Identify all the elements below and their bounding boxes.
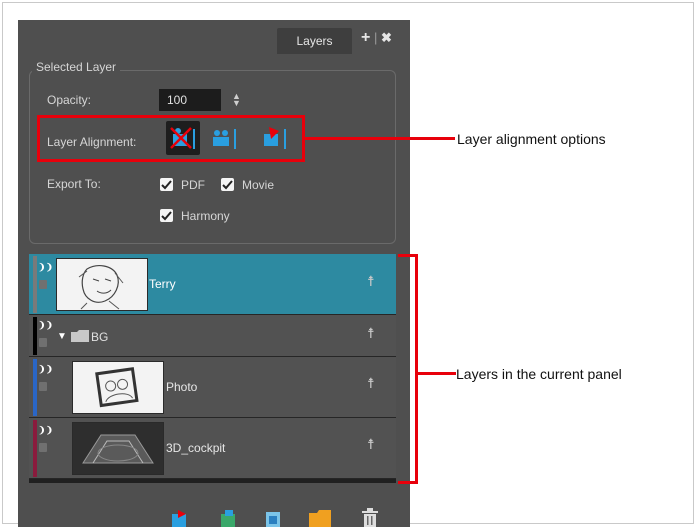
check-icon	[222, 180, 233, 190]
layers-callout-line	[418, 372, 456, 375]
export-movie-label: Movie	[242, 178, 275, 192]
layers-callout-text: Layers in the current panel	[456, 366, 622, 382]
opacity-field[interactable]: 100	[159, 89, 221, 111]
layer-color-stripe	[33, 359, 37, 416]
alignment-highlight-box	[37, 115, 305, 162]
lock-icon[interactable]	[39, 443, 47, 452]
export-harmony-checkbox[interactable]	[160, 209, 173, 222]
folder-icon	[71, 329, 89, 347]
add-vector-layer-icon	[221, 510, 235, 527]
eye-icon[interactable]: ❩❩	[38, 262, 53, 273]
layer-color-stripe	[33, 420, 37, 477]
selected-layer-heading: Selected Layer	[32, 60, 121, 74]
framed-photo-image	[95, 367, 139, 408]
lock-icon[interactable]	[39, 338, 47, 347]
add-drawing-layer-button[interactable]	[170, 510, 190, 532]
lock-icon[interactable]	[39, 382, 47, 391]
layer-color-stripe	[33, 317, 37, 355]
lock-icon[interactable]	[39, 280, 47, 289]
add-vector-layer-button[interactable]	[219, 510, 239, 532]
export-harmony-label: Harmony	[181, 209, 230, 223]
tab-layers[interactable]: Layers	[277, 28, 352, 54]
tab-separator: |	[374, 30, 378, 45]
add-bitmap-layer-button[interactable]	[264, 510, 284, 532]
eye-icon[interactable]: ❩❩	[38, 425, 53, 436]
opacity-stepper[interactable]: ▲ ▼	[232, 92, 241, 108]
folder-icon	[309, 510, 331, 527]
add-bitmap-layer-icon	[266, 512, 280, 527]
check-icon	[161, 211, 172, 221]
person-icon[interactable]: ☨	[367, 325, 375, 342]
layer-thumbnail	[56, 258, 148, 311]
layer-name-bg: BG	[91, 330, 109, 344]
add-drawing-layer-icon	[172, 510, 186, 527]
export-to-label: Export To:	[47, 177, 101, 191]
layers-highlight-bracket	[398, 254, 418, 484]
eye-icon[interactable]: ❩❩	[38, 364, 53, 375]
layer-name-3d-cockpit: 3D_cockpit	[166, 441, 226, 455]
cockpit-image	[73, 423, 163, 474]
export-movie-checkbox[interactable]	[221, 178, 234, 191]
person-icon[interactable]: ☨	[367, 436, 375, 453]
trash-icon	[362, 508, 378, 527]
layer-thumbnail	[72, 361, 164, 414]
layer-name-terry: Terry	[149, 277, 176, 291]
export-pdf-label: PDF	[181, 178, 205, 192]
person-icon[interactable]: ☨	[367, 273, 375, 290]
add-panel-icon[interactable]: +	[361, 29, 370, 47]
opacity-label: Opacity:	[47, 93, 92, 107]
alignment-callout-text: Layer alignment options	[457, 131, 606, 147]
alignment-callout-line	[305, 137, 455, 140]
expand-arrow-icon[interactable]: ▼	[57, 331, 67, 342]
layer-name-photo: Photo	[166, 380, 198, 394]
export-pdf-checkbox[interactable]	[160, 178, 173, 191]
person-icon[interactable]: ☨	[367, 375, 375, 392]
delete-layer-button[interactable]	[360, 508, 380, 532]
eye-icon[interactable]: ❩❩	[38, 320, 53, 331]
layer-thumbnail	[72, 422, 164, 475]
sketch-character-image	[78, 265, 124, 310]
check-icon	[161, 180, 172, 190]
layer-color-stripe	[33, 256, 37, 313]
close-panel-icon[interactable]: ✖	[381, 30, 392, 46]
add-folder-button[interactable]	[309, 508, 331, 532]
